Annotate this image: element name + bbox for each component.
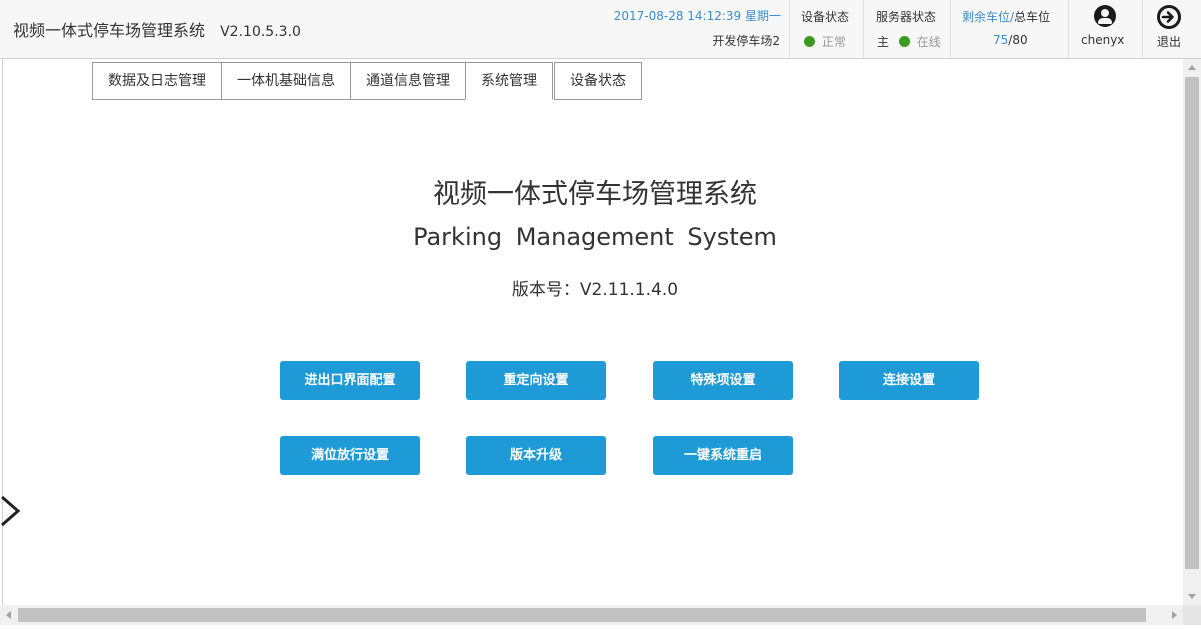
- app-version: V2.10.5.3.0: [220, 24, 301, 40]
- exit-icon[interactable]: [1157, 5, 1181, 29]
- remaining-spaces-label: 剩余车位: [962, 10, 1011, 24]
- app-title: 视频一体式停车场管理系统 V2.10.5.3.0: [13, 17, 301, 41]
- parking-lot-name: 开发停车场2: [712, 34, 780, 48]
- user-avatar-icon[interactable]: [1094, 5, 1116, 27]
- horizontal-scroll-thumb[interactable]: [18, 608, 1146, 622]
- tab-device-basic-info[interactable]: 一体机基础信息: [221, 62, 351, 100]
- remaining-spaces: 75: [993, 33, 1009, 47]
- content-frame: [2, 59, 1183, 605]
- vertical-scroll-thumb[interactable]: [1185, 77, 1199, 569]
- entrance-exit-ui-config-button[interactable]: 进出口界面配置: [280, 361, 420, 400]
- connection-settings-button[interactable]: 连接设置: [839, 361, 979, 400]
- status-ok-icon: [804, 36, 815, 47]
- exit-button[interactable]: 退出: [1157, 33, 1181, 50]
- main-tabs: 数据及日志管理 一体机基础信息 通道信息管理 系统管理 设备状态: [92, 62, 642, 100]
- header-divider: [863, 0, 864, 58]
- page-title: 视频一体式停车场管理系统: [433, 179, 757, 210]
- tab-system-management[interactable]: 系统管理: [465, 62, 553, 100]
- server-status-label: 服务器状态: [876, 10, 937, 24]
- username[interactable]: chenyx: [1081, 33, 1124, 47]
- current-datetime: 2017-08-28 14:12:39 星期一: [613, 9, 781, 23]
- device-status-value: 正常: [821, 35, 846, 49]
- scroll-up-icon[interactable]: [1183, 59, 1201, 76]
- app-title-text: 视频一体式停车场管理系统: [13, 21, 206, 40]
- version-number: 版本号：V2.11.1.4.0: [511, 280, 679, 300]
- tab-device-status[interactable]: 设备状态: [554, 62, 642, 100]
- total-spaces: 80: [1012, 33, 1028, 47]
- vertical-scrollbar[interactable]: [1183, 59, 1201, 605]
- scroll-left-icon[interactable]: [0, 605, 18, 625]
- server-status: 主 在线: [877, 33, 941, 50]
- page-subtitle: Parking Management System: [413, 223, 777, 251]
- system-restart-button[interactable]: 一键系统重启: [653, 436, 793, 475]
- expand-sidebar-icon[interactable]: [0, 494, 22, 532]
- parking-spaces-count: 75/80: [993, 33, 1028, 47]
- scroll-right-icon[interactable]: [1165, 605, 1183, 625]
- scrollbar-corner: [1183, 605, 1201, 625]
- scroll-down-icon[interactable]: [1183, 588, 1201, 605]
- top-header: 视频一体式停车场管理系统 V2.10.5.3.0 2017-08-28 14:1…: [0, 0, 1201, 59]
- full-release-settings-button[interactable]: 满位放行设置: [280, 436, 420, 475]
- total-spaces-label: 总车位: [1014, 10, 1051, 24]
- header-divider: [1068, 0, 1069, 58]
- tab-channel-info[interactable]: 通道信息管理: [350, 62, 466, 100]
- version-upgrade-button[interactable]: 版本升级: [466, 436, 606, 475]
- header-divider: [789, 0, 790, 58]
- server-status-value: 在线: [916, 35, 941, 49]
- horizontal-scrollbar[interactable]: [0, 605, 1201, 625]
- tab-data-logs[interactable]: 数据及日志管理: [92, 62, 222, 100]
- device-status: 正常: [804, 33, 846, 50]
- header-divider: [950, 0, 951, 58]
- status-ok-icon: [898, 36, 910, 47]
- header-divider: [1142, 0, 1143, 58]
- special-items-settings-button[interactable]: 特殊项设置: [653, 361, 793, 400]
- redirect-settings-button[interactable]: 重定向设置: [466, 361, 606, 400]
- device-status-label: 设备状态: [801, 10, 850, 24]
- parking-spaces-label: 剩余车位/总车位: [962, 8, 1050, 25]
- server-role: 主: [877, 35, 890, 49]
